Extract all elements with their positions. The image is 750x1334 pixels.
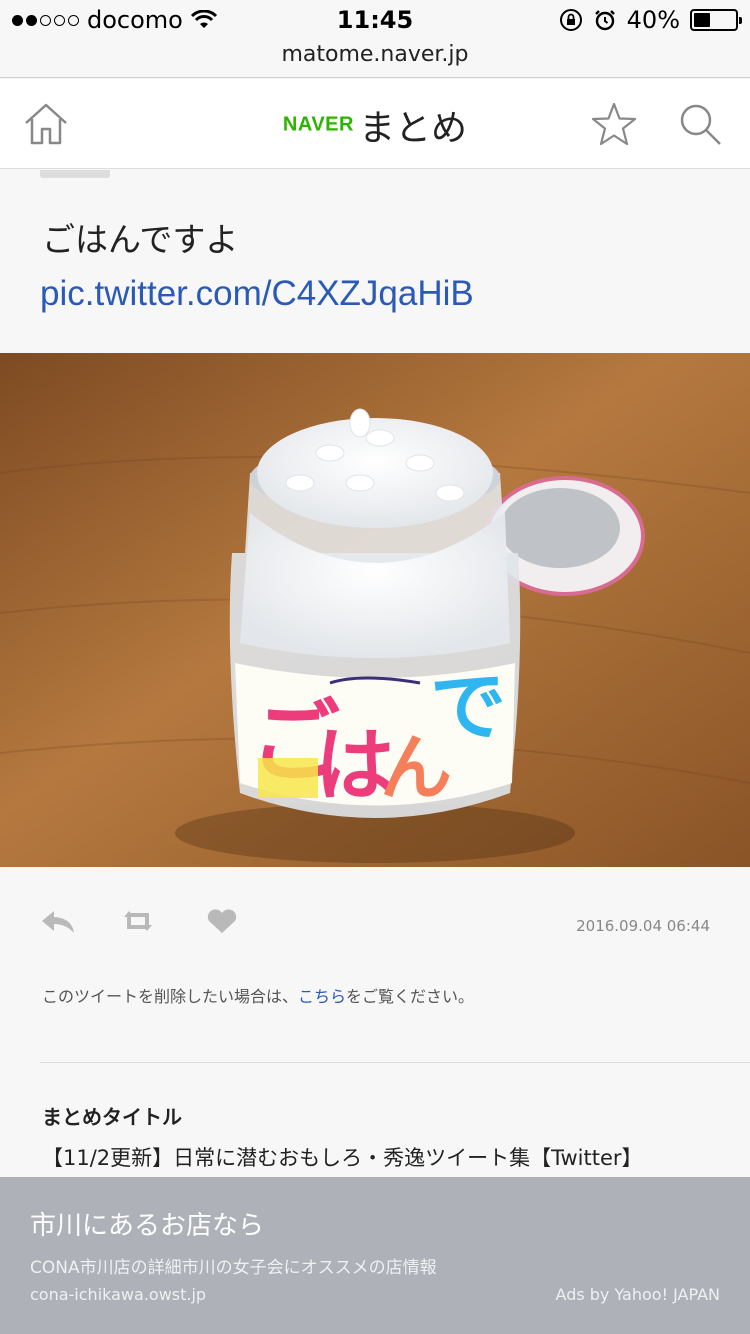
svg-text:で: で [430, 662, 506, 751]
summary-heading: まとめタイトル [42, 1105, 182, 1129]
battery-level [694, 13, 710, 27]
delete-note-after: をご覧ください。 [346, 987, 475, 1006]
ad-banner[interactable]: 市川にあるお店なら CONA市川店の詳細市川の女子会にオススメの店情報 cona… [0, 1177, 750, 1334]
retweet-icon[interactable] [120, 907, 156, 935]
rice-jar-photo-icon: ご は ん で [0, 353, 750, 867]
heart-icon[interactable] [204, 907, 240, 935]
section-divider [40, 1062, 750, 1063]
tweet-photo-link[interactable]: pic.twitter.com/C4XZJqaHiB [40, 274, 474, 314]
tweet-date: 2016.09.04 06:44 [576, 917, 710, 935]
status-right: 40% [559, 6, 742, 34]
battery-percent: 40% [626, 6, 680, 34]
status-bar: docomo 11:45 40% [0, 0, 750, 40]
ad-url[interactable]: cona-ichikawa.owst.jp [30, 1285, 206, 1304]
tweet-actions: 2016.09.04 06:44 [0, 895, 750, 955]
address-bar[interactable]: matome.naver.jp [0, 38, 750, 78]
battery-icon [690, 9, 742, 31]
tab-stub [40, 170, 110, 178]
ad-title[interactable]: 市川にあるお店なら [30, 1205, 264, 1242]
summary-title-link[interactable]: 【11/2更新】日常に潜むおもしろ・秀逸ツイート集【Twitter】 [42, 1142, 643, 1172]
star-icon[interactable] [590, 101, 638, 147]
tweet-text: ごはんですよ [42, 220, 239, 259]
delete-note: このツイートを削除したい場合は、こちらをご覧ください。 [42, 983, 474, 1007]
delete-note-link[interactable]: こちら [298, 987, 346, 1006]
site-header: NAVER まとめ [0, 79, 750, 169]
reply-icon[interactable] [40, 907, 76, 935]
alarm-icon [594, 10, 615, 31]
tweet-photo[interactable]: ご は ん で [0, 353, 750, 867]
ad-description: CONA市川店の詳細市川の女子会にオススメの店情報 [30, 1258, 437, 1278]
logo-title: まとめ [359, 108, 468, 149]
ad-credit[interactable]: Ads by Yahoo! JAPAN [556, 1285, 720, 1304]
delete-note-before: このツイートを削除したい場合は、 [42, 987, 299, 1006]
rotation-lock-icon [559, 9, 582, 31]
search-icon[interactable] [676, 101, 724, 147]
page: docomo 11:45 40% matome.naver.jp NAVER ま… [0, 0, 750, 1334]
logo-brand: NAVER [282, 113, 354, 136]
